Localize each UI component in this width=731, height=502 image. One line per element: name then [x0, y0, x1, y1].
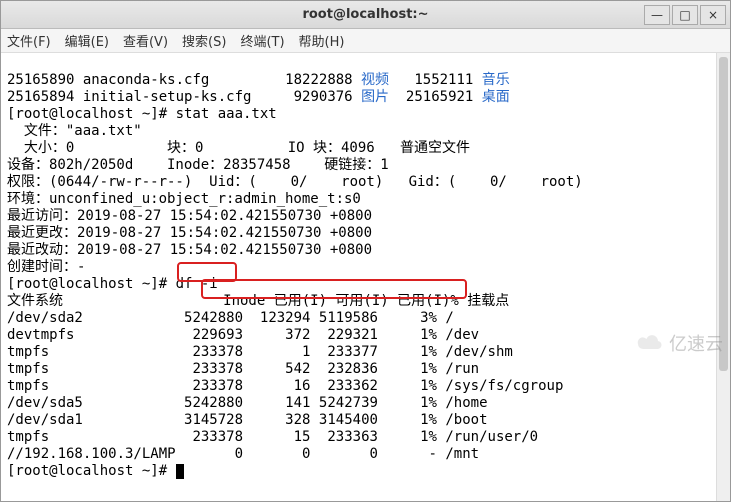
cursor — [176, 464, 184, 479]
window-controls: — □ × — [642, 1, 726, 28]
stat-atime: 最近访问：2019-08-27 15:54:02.421550730 +0800 — [7, 208, 372, 224]
dir-desktop: 桌面 — [482, 89, 510, 105]
df-prompt: [root@localhost ~]# df -i — [7, 276, 218, 292]
stat-prompt: [root@localhost ~]# stat aaa.txt — [7, 106, 277, 122]
prompt: [root@localhost ~]# — [7, 463, 176, 479]
maximize-button[interactable]: □ — [672, 5, 698, 25]
titlebar[interactable]: root@localhost:~ — □ × — [1, 1, 730, 29]
menu-terminal[interactable]: 终端(T) — [240, 31, 284, 50]
stat-perm: 权限：(0644/-rw-r--r--) Uid：( 0/ root) Gid：… — [7, 174, 583, 190]
table-row: //192.168.100.3/LAMP 0 0 0 - /mnt — [7, 446, 479, 462]
table-row: /dev/sda1 3145728 328 3145400 1% /boot — [7, 412, 488, 428]
stat-mtime: 最近更改：2019-08-27 15:54:02.421550730 +0800 — [7, 225, 372, 241]
stat-file: 文件："aaa.txt" — [7, 123, 142, 139]
menu-view[interactable]: 查看(V) — [123, 31, 168, 50]
dir-music: 音乐 — [482, 72, 510, 88]
table-row: /dev/sda2 5242880 123294 5119586 3% / — [7, 310, 454, 326]
menu-help[interactable]: 帮助(H) — [299, 31, 345, 50]
window-title: root@localhost:~ — [302, 7, 428, 22]
table-row: tmpfs 233378 1 233377 1% /dev/shm — [7, 344, 513, 360]
stat-btime: 创建时间：- — [7, 259, 85, 275]
minimize-button[interactable]: — — [644, 5, 670, 25]
table-row: tmpfs 233378 16 233362 1% /sys/fs/cgroup — [7, 378, 563, 394]
close-button[interactable]: × — [700, 5, 726, 25]
table-row: tmpfs 233378 542 232836 1% /run — [7, 361, 479, 377]
dir-videos: 视频 — [361, 72, 389, 88]
menu-search[interactable]: 搜索(S) — [182, 31, 226, 50]
table-row: tmpfs 233378 15 233363 1% /run/user/0 — [7, 429, 538, 445]
scrollbar[interactable] — [716, 53, 730, 501]
scrollbar-thumb[interactable] — [719, 57, 728, 371]
terminal-window: root@localhost:~ — □ × 文件(F) 编辑(E) 查看(V)… — [0, 0, 731, 502]
stat-device: 设备：802h/2050d Inode：28357458 硬链接：1 — [7, 157, 389, 173]
ls-row: 25165890 anaconda-ks.cfg 18222888 视频 155… — [7, 72, 510, 88]
df-header: 文件系统 Inode 已用(I) 可用(I) 已用(I)% 挂载点 — [7, 293, 509, 309]
menu-edit[interactable]: 编辑(E) — [65, 31, 109, 50]
terminal-output[interactable]: 25165890 anaconda-ks.cfg 18222888 视频 155… — [1, 53, 730, 501]
menubar: 文件(F) 编辑(E) 查看(V) 搜索(S) 终端(T) 帮助(H) — [1, 29, 730, 53]
table-row: /dev/sda5 5242880 141 5242739 1% /home — [7, 395, 488, 411]
stat-ctime: 最近改动：2019-08-27 15:54:02.421550730 +0800 — [7, 242, 372, 258]
table-row: devtmpfs 229693 372 229321 1% /dev — [7, 327, 479, 343]
stat-ctx: 环境：unconfined_u:object_r:admin_home_t:s0 — [7, 191, 361, 207]
stat-size: 大小：0 块：0 IO 块：4096 普通空文件 — [7, 140, 470, 156]
dir-pictures: 图片 — [361, 89, 389, 105]
menu-file[interactable]: 文件(F) — [7, 31, 51, 50]
ls-row: 25165894 initial-setup-ks.cfg 9290376 图片… — [7, 89, 510, 105]
